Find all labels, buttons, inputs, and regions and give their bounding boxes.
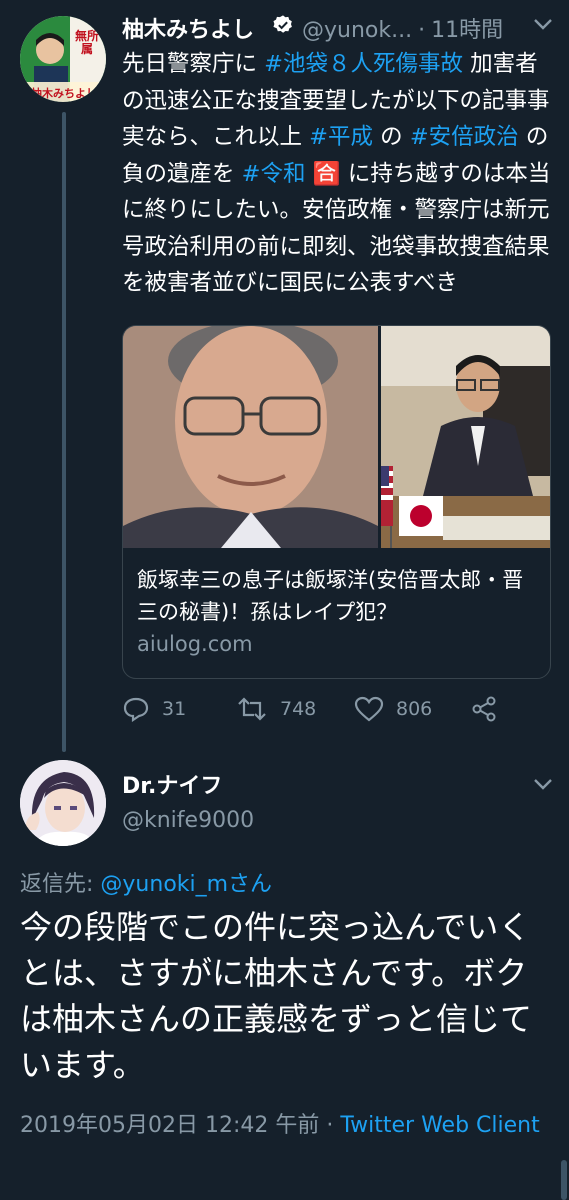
hashtag-link[interactable]: #平成: [309, 124, 373, 150]
tweet-timestamp[interactable]: 2019年05月02日 12:42 午前: [20, 1113, 319, 1138]
retweet-icon: [238, 697, 266, 721]
share-icon: [472, 696, 496, 722]
thread-connector-line: [62, 112, 66, 752]
avatar-caption-party: 無所属: [74, 29, 99, 56]
author-handle: @knife9000: [122, 808, 255, 833]
link-card-title: 飯塚幸三の息子は飯塚洋(安倍晋太郎・晋三の秘書)！孫はレイプ犯？: [137, 568, 524, 624]
like-count: 806: [396, 698, 433, 720]
hashtag-link[interactable]: #令和: [242, 161, 306, 187]
reply-icon: [123, 697, 149, 722]
chevron-down-icon[interactable]: [530, 774, 556, 794]
avatar-caption-name: 柚木みちよし: [31, 87, 97, 100]
reply-count: 31: [162, 698, 187, 720]
reply-button[interactable]: 31: [122, 692, 186, 726]
tweet-text: 今の段階でこの件に突っ込んでいくとは、さすがに柚木さんです。ボクは柚木さんの正義…: [20, 908, 533, 1084]
heart-icon: [354, 696, 384, 722]
tweet-source-link[interactable]: Twitter Web Client: [340, 1113, 539, 1138]
replying-to-link[interactable]: @yunoki_mさん: [100, 872, 272, 897]
avatar[interactable]: 無所属 柚木みちよし: [20, 16, 106, 102]
retweet-count: 748: [280, 698, 317, 720]
retweet-button[interactable]: 748: [236, 692, 316, 726]
tweet-text-segment: の: [373, 124, 410, 150]
replying-to: 返信先: @yunoki_mさん: [20, 872, 273, 897]
avatar[interactable]: [20, 760, 106, 846]
like-button[interactable]: 806: [354, 692, 432, 726]
link-preview-card[interactable]: 飯塚幸三の息子は飯塚洋(安倍晋太郎・晋三の秘書)！孫はレイプ犯？ aiulog.…: [122, 325, 551, 679]
tweet-text-segment: 先日警察庁に: [122, 51, 265, 77]
hashtag-link[interactable]: #安倍政治: [410, 124, 519, 150]
hashtag-link[interactable]: #池袋８人死傷事故: [264, 51, 463, 77]
share-button[interactable]: [470, 692, 498, 726]
tweet-time[interactable]: 11時間: [431, 18, 503, 43]
chevron-down-icon[interactable]: [530, 14, 556, 34]
link-card-domain: aiulog.com: [137, 632, 253, 656]
scrollbar[interactable]: [561, 1160, 567, 1200]
link-preview-image: [123, 326, 550, 548]
verified-badge-icon: [273, 15, 292, 33]
author-name[interactable]: 柚木みちよし: [122, 12, 254, 44]
author-name[interactable]: Dr.ナイフ: [122, 768, 222, 800]
author-handle: @yunok... · 11時間: [302, 18, 504, 43]
tweet-text: 先日警察庁に #池袋８人死傷事故 加害者の迅速公正な捜査要望したが以下の記事事実…: [122, 46, 552, 302]
tweet-meta: 2019年05月02日 12:42 午前 · Twitter Web Clien…: [20, 1113, 540, 1138]
